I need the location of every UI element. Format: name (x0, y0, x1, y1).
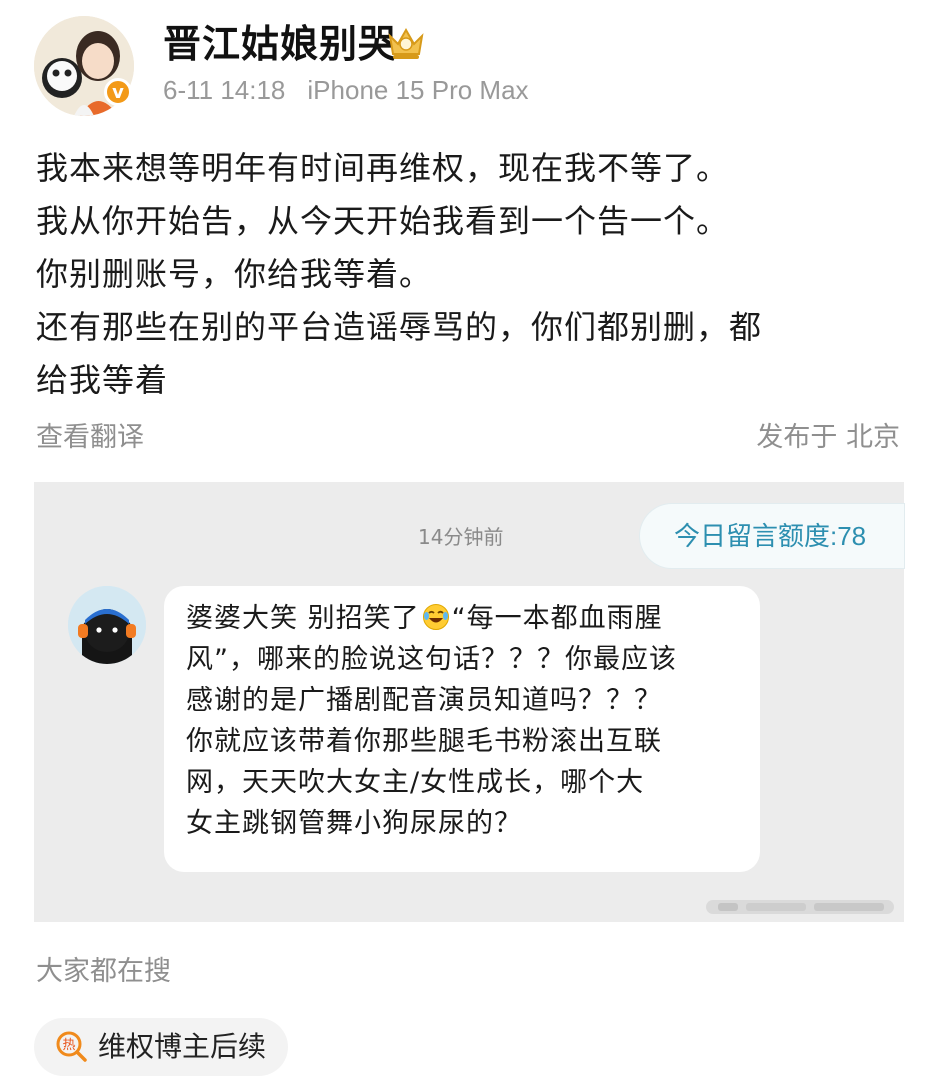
comment-line: 女主跳钢管舞小狗尿尿的？ (186, 808, 522, 839)
trending-search-label: 大家都在搜 (36, 956, 171, 987)
hot-topic-text[interactable]: 维权博主后续 (98, 1027, 266, 1067)
verified-badge-icon: v (104, 78, 132, 106)
weibo-post-page: v 晋江姑娘别哭 6-11 14:18 iPhone 15 Pro Max 我本来… (0, 0, 936, 1080)
post-location: 发布于 北京 (756, 422, 900, 453)
post-meta: 6-11 14:18 iPhone 15 Pro Max (163, 72, 551, 108)
post-line: 还有那些在别的平台造谣辱骂的，你们都别删，都 (36, 308, 763, 346)
hot-badge-text: 热 (62, 1038, 75, 1053)
comment-line: 风”，哪来的脸说这句话？？？你最应该 (186, 644, 677, 675)
comment-line: 婆婆大笑 别招笑了 “每一本都血雨腥 (186, 598, 746, 639)
commenter-avatar (68, 586, 146, 664)
post-line: 我本来想等明年有时间再维权，现在我不等了。 (36, 149, 730, 187)
username[interactable]: 晋江姑娘别哭 (163, 18, 397, 70)
comment-line: 网，天天吹大女主/女性成长，哪个大 (186, 767, 645, 798)
comment-line-end: “每一本都血雨腥 (451, 603, 663, 634)
comment-line-start: 婆婆大笑 别招笑了 (186, 603, 420, 634)
post-line: 给我等着 (36, 361, 169, 399)
message-quota: 今日留言额度:78 (674, 521, 867, 551)
blurred-watermark (706, 900, 894, 914)
post-line: 我从你开始告，从今天开始我看到一个告一个。 (36, 202, 730, 240)
comment-line: 感谢的是广播剧配音演员知道吗？？？ (186, 685, 662, 716)
comment-bubble: 婆婆大笑 别招笑了 “每一本都血雨腥 风”，哪来的脸说这句话？？？你最应该 感谢的… (164, 586, 760, 872)
post-device: iPhone 15 Pro Max (307, 75, 529, 105)
post-line: 你别删账号，你给我等着。 (36, 255, 433, 293)
comment-text: 婆婆大笑 别招笑了 “每一本都血雨腥 风”，哪来的脸说这句话？？？你最应该 感谢的… (186, 598, 746, 844)
hot-search-icon: 热 (56, 1031, 87, 1062)
laughing-tears-emoji-icon (422, 604, 449, 630)
embedded-screenshot[interactable]: 14分钟前 今日留言额度:78 婆婆大笑 别招笑了 “每一本都血雨腥 风”，哪来的… (34, 482, 904, 922)
post-body: 我本来想等明年有时间再维权，现在我不等了。 我从你开始告，从今天开始我看到一个告… (36, 142, 906, 407)
message-quota-pill: 今日留言额度:78 (640, 504, 904, 568)
post-date: 6-11 14:18 (163, 75, 286, 105)
comment-line: 你就应该带着你那些腿毛书粉滚出互联 (186, 726, 662, 757)
crown-badge-icon (388, 27, 424, 59)
translate-link[interactable]: 查看翻译 (36, 418, 144, 458)
message-time: 14分钟前 (418, 525, 504, 549)
hot-topic-chip[interactable]: 热 维权博主后续 (34, 1018, 289, 1076)
